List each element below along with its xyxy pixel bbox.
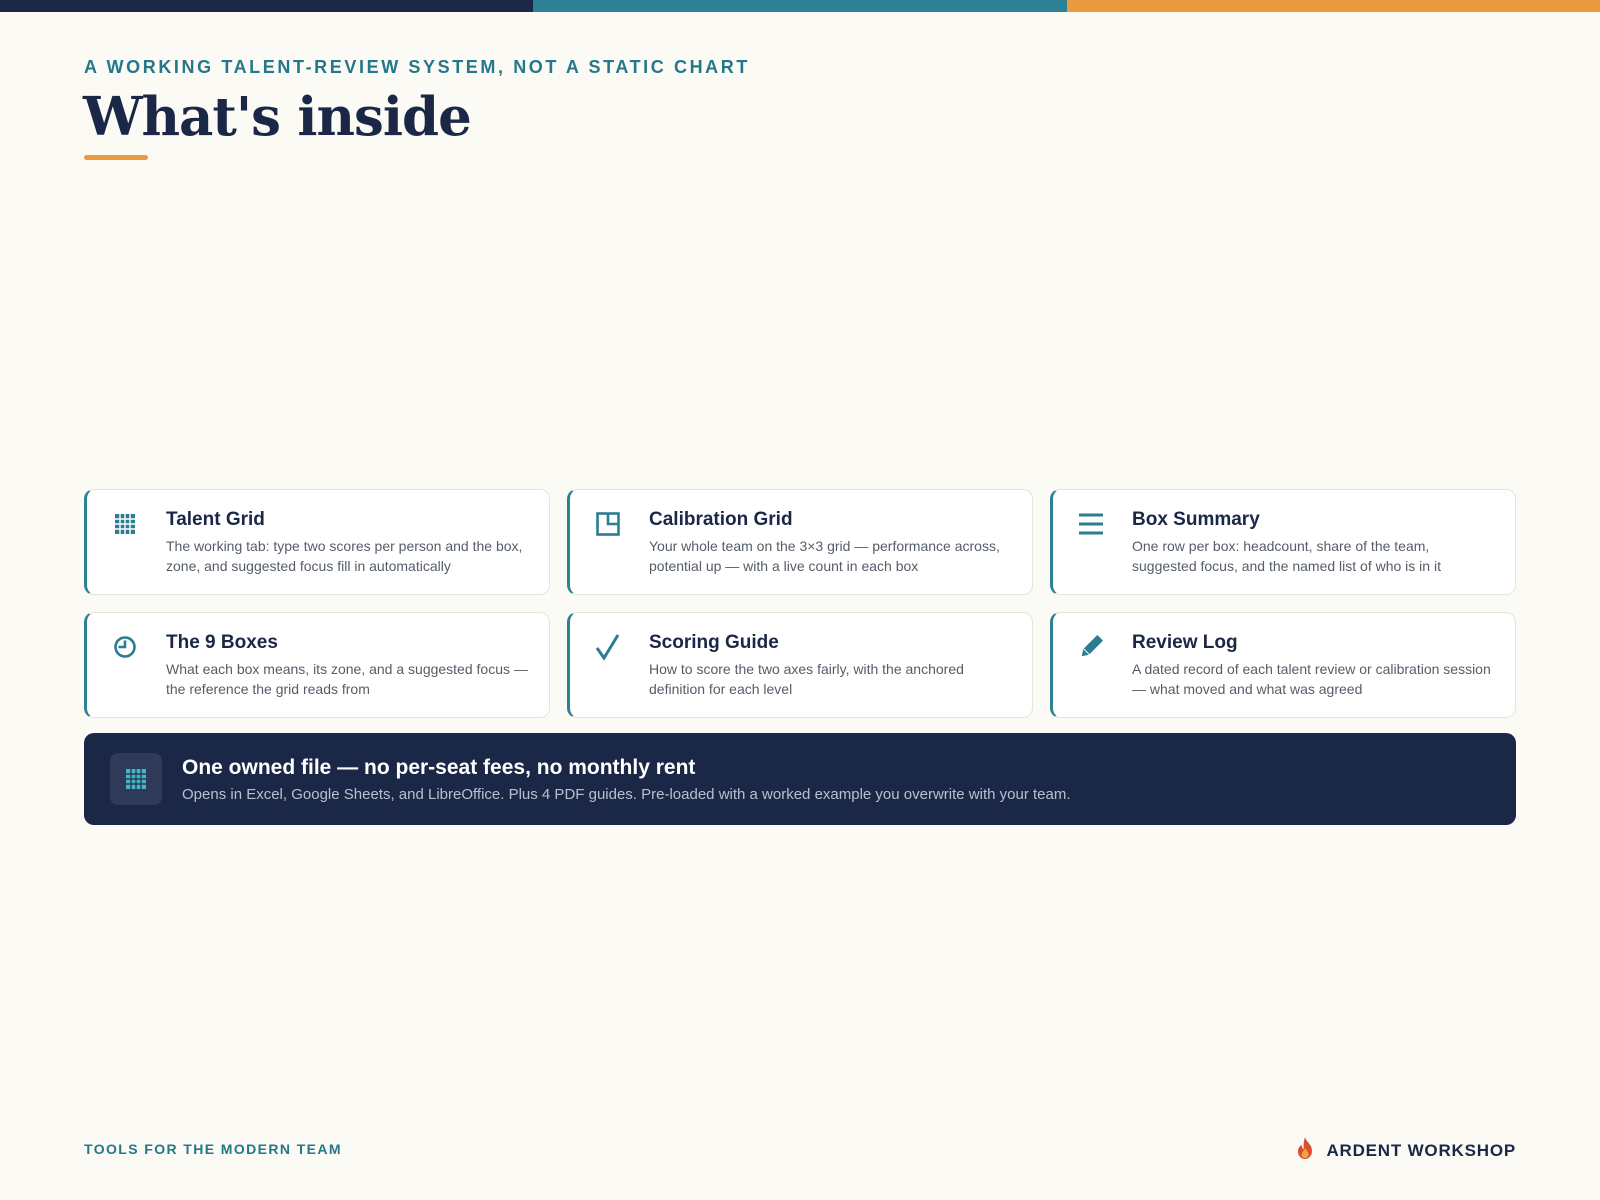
footer-tagline: TOOLS FOR THE MODERN TEAM [84, 1141, 342, 1157]
accent-segment-orange [1066, 0, 1600, 12]
feature-card-talent-grid: Talent Grid The working tab: type two sc… [84, 489, 550, 595]
banner-title: One owned file — no per-seat fees, no mo… [182, 756, 696, 779]
clock-icon [111, 633, 139, 661]
feature-card-scoring-guide: Scoring Guide How to score the two axes … [567, 612, 1033, 718]
eyebrow-text: A WORKING TALENT-REVIEW SYSTEM, NOT A ST… [84, 57, 750, 77]
list-icon [1077, 510, 1105, 538]
card-description: Your whole team on the 3×3 grid — perfor… [649, 538, 1000, 574]
title-underline [84, 155, 148, 160]
card-description: A dated record of each talent review or … [1132, 661, 1491, 697]
banner-subtitle: Opens in Excel, Google Sheets, and Libre… [182, 786, 1071, 803]
card-description: One row per box: headcount, share of the… [1132, 538, 1441, 574]
card-title: Scoring Guide [649, 632, 779, 653]
checkmark-icon [594, 633, 622, 661]
grid-icon [110, 753, 162, 805]
grid-icon [111, 510, 139, 538]
card-description: The working tab: type two scores per per… [166, 538, 523, 574]
pencil-icon [1077, 633, 1105, 661]
card-title: Review Log [1132, 632, 1238, 653]
feature-card-review-log: Review Log A dated record of each talent… [1050, 612, 1516, 718]
card-title: Box Summary [1132, 509, 1260, 530]
footer-brand: ARDENT WORKSHOP [1294, 1136, 1516, 1165]
accent-segment-teal [533, 0, 1067, 12]
brand-name: ARDENT WORKSHOP [1326, 1140, 1516, 1160]
card-description: How to score the two axes fairly, with t… [649, 661, 964, 697]
feature-card-nine-boxes: The 9 Boxes What each box means, its zon… [84, 612, 550, 718]
feature-cards: Talent Grid The working tab: type two sc… [84, 489, 1516, 718]
card-title: The 9 Boxes [166, 632, 278, 653]
ownership-banner: One owned file — no per-seat fees, no mo… [84, 733, 1516, 825]
flame-icon [1294, 1136, 1316, 1165]
feature-card-box-summary: Box Summary One row per box: headcount, … [1050, 489, 1516, 595]
feature-card-calibration-grid: Calibration Grid Your whole team on the … [567, 489, 1033, 595]
top-accent-bar [0, 0, 1600, 12]
card-title: Talent Grid [166, 509, 265, 530]
page-title: What's inside [83, 86, 472, 148]
layout-icon [594, 510, 622, 538]
card-description: What each box means, its zone, and a sug… [166, 661, 528, 697]
accent-segment-navy [0, 0, 534, 12]
card-title: Calibration Grid [649, 509, 793, 530]
